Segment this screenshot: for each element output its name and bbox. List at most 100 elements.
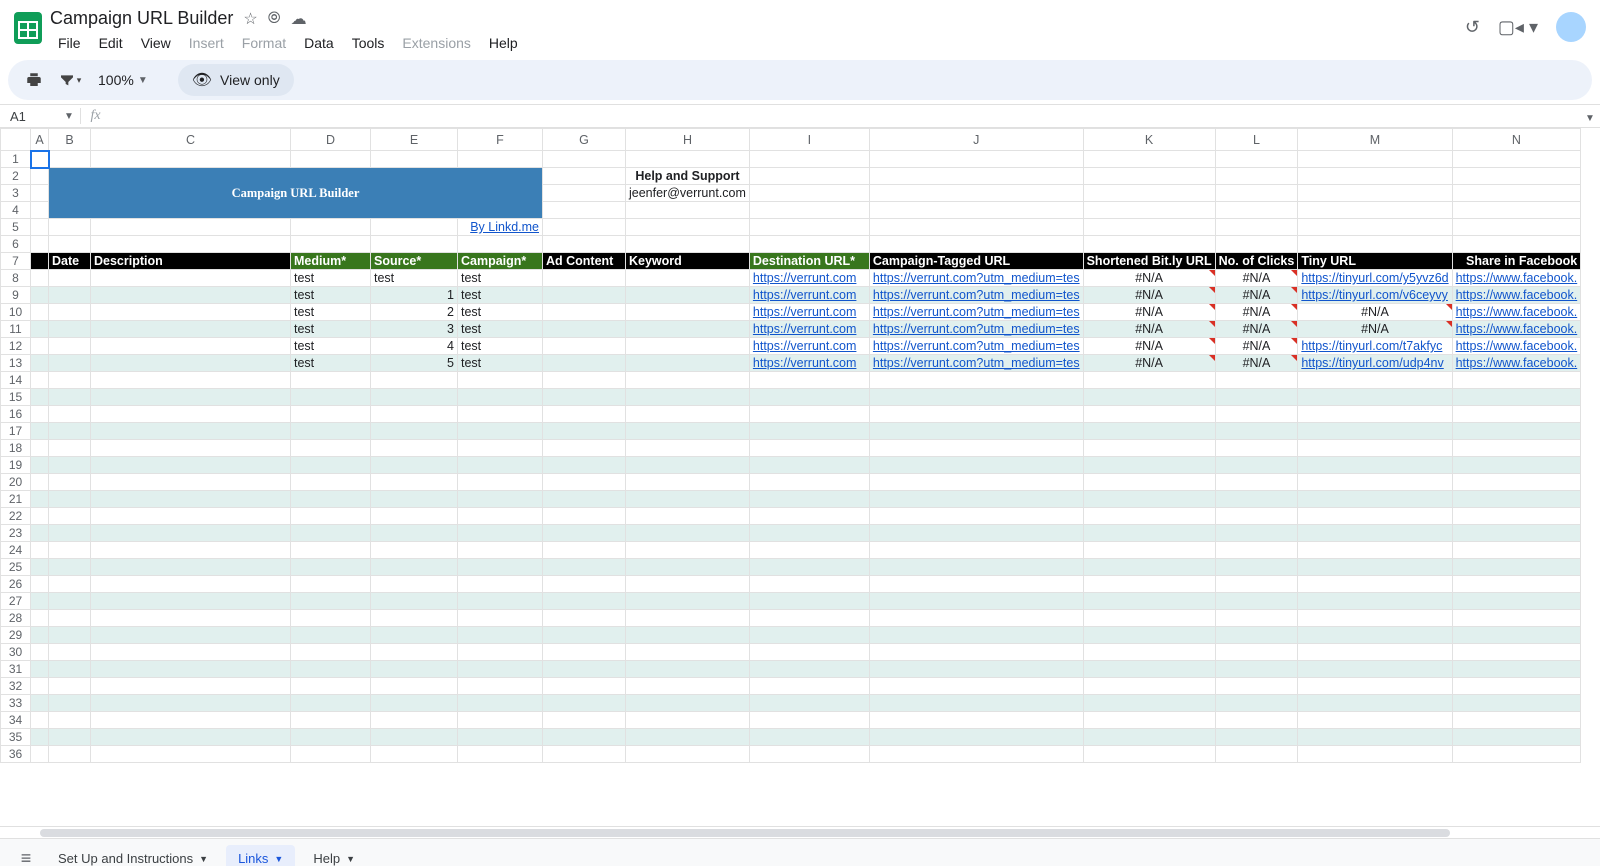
- cell-fb[interactable]: https://www.facebook.: [1452, 304, 1581, 321]
- cell[interactable]: [869, 542, 1083, 559]
- cell[interactable]: [1452, 508, 1581, 525]
- cell[interactable]: [869, 440, 1083, 457]
- cell[interactable]: [1298, 542, 1452, 559]
- cell[interactable]: [1083, 423, 1215, 440]
- col-header-L[interactable]: L: [1215, 129, 1298, 151]
- cell[interactable]: [1215, 474, 1298, 491]
- menu-view[interactable]: View: [133, 33, 179, 53]
- cell-dest[interactable]: https://verrunt.com: [749, 355, 869, 372]
- cell[interactable]: [91, 610, 291, 627]
- sheet-tab-help[interactable]: Help ▼: [301, 845, 367, 866]
- cell[interactable]: [1452, 559, 1581, 576]
- cell[interactable]: [49, 678, 91, 695]
- cell[interactable]: [1298, 610, 1452, 627]
- cell-fb[interactable]: https://www.facebook.: [1452, 338, 1581, 355]
- cell[interactable]: [91, 508, 291, 525]
- cell[interactable]: [626, 474, 750, 491]
- cell-fb[interactable]: https://www.facebook.: [1452, 270, 1581, 287]
- cell[interactable]: [458, 423, 543, 440]
- row-header-5[interactable]: 5: [1, 219, 31, 236]
- cell[interactable]: [543, 440, 626, 457]
- cell[interactable]: [291, 695, 371, 712]
- cell[interactable]: [749, 525, 869, 542]
- cell[interactable]: [749, 491, 869, 508]
- cell[interactable]: [458, 644, 543, 661]
- cell[interactable]: [458, 372, 543, 389]
- cell[interactable]: [1083, 712, 1215, 729]
- cell[interactable]: [31, 440, 49, 457]
- cell[interactable]: [543, 321, 626, 338]
- cell[interactable]: [1452, 406, 1581, 423]
- cell[interactable]: [49, 644, 91, 661]
- cell[interactable]: [49, 559, 91, 576]
- cell[interactable]: [543, 287, 626, 304]
- cell[interactable]: [1452, 610, 1581, 627]
- cell[interactable]: [91, 304, 291, 321]
- cell-fb[interactable]: https://www.facebook.: [1452, 355, 1581, 372]
- cell[interactable]: [1452, 372, 1581, 389]
- cell[interactable]: [543, 508, 626, 525]
- cell[interactable]: [626, 695, 750, 712]
- cell[interactable]: [869, 559, 1083, 576]
- cell[interactable]: [49, 270, 91, 287]
- cell[interactable]: [31, 389, 49, 406]
- cell-tagged[interactable]: https://verrunt.com?utm_medium=tes: [869, 355, 1083, 372]
- cell[interactable]: [291, 440, 371, 457]
- cell[interactable]: [543, 304, 626, 321]
- cell[interactable]: [1298, 372, 1452, 389]
- cell[interactable]: [91, 491, 291, 508]
- cell[interactable]: [869, 627, 1083, 644]
- cell[interactable]: [1452, 644, 1581, 661]
- cell-tagged[interactable]: https://verrunt.com?utm_medium=tes: [869, 321, 1083, 338]
- cell[interactable]: [869, 525, 1083, 542]
- cell[interactable]: [1452, 746, 1581, 763]
- cell[interactable]: [91, 406, 291, 423]
- cell[interactable]: [1298, 729, 1452, 746]
- cell[interactable]: [291, 406, 371, 423]
- cell[interactable]: [458, 542, 543, 559]
- cell[interactable]: [1215, 695, 1298, 712]
- cell[interactable]: [543, 576, 626, 593]
- row-header-21[interactable]: 21: [1, 491, 31, 508]
- cell[interactable]: [49, 695, 91, 712]
- cell[interactable]: [458, 525, 543, 542]
- cell[interactable]: [543, 746, 626, 763]
- row-header-27[interactable]: 27: [1, 593, 31, 610]
- cell[interactable]: [543, 338, 626, 355]
- cell[interactable]: [543, 406, 626, 423]
- cell[interactable]: [626, 355, 750, 372]
- cell[interactable]: [1452, 712, 1581, 729]
- cell[interactable]: [31, 576, 49, 593]
- cell[interactable]: [749, 695, 869, 712]
- cell[interactable]: [869, 457, 1083, 474]
- cell[interactable]: [31, 372, 49, 389]
- cell[interactable]: [626, 321, 750, 338]
- cell[interactable]: [91, 729, 291, 746]
- cell[interactable]: [1298, 559, 1452, 576]
- cell[interactable]: [31, 712, 49, 729]
- row-header-3[interactable]: 3: [1, 185, 31, 202]
- cell[interactable]: [543, 474, 626, 491]
- cell[interactable]: [869, 491, 1083, 508]
- cell[interactable]: [869, 508, 1083, 525]
- cell[interactable]: [869, 389, 1083, 406]
- row-header-17[interactable]: 17: [1, 423, 31, 440]
- row-header-20[interactable]: 20: [1, 474, 31, 491]
- cell[interactable]: [1452, 423, 1581, 440]
- cell-clicks[interactable]: #N/A: [1215, 287, 1298, 304]
- cell[interactable]: [543, 695, 626, 712]
- cell[interactable]: [869, 406, 1083, 423]
- cell-bitly[interactable]: #N/A: [1083, 270, 1215, 287]
- col-header-B[interactable]: B: [49, 129, 91, 151]
- cell[interactable]: [1298, 644, 1452, 661]
- account-avatar[interactable]: [1556, 12, 1586, 42]
- cell[interactable]: [31, 321, 49, 338]
- row-header-14[interactable]: 14: [1, 372, 31, 389]
- cell[interactable]: [869, 729, 1083, 746]
- cell[interactable]: [626, 389, 750, 406]
- col-header-C[interactable]: C: [91, 129, 291, 151]
- cell-tiny[interactable]: https://tinyurl.com/t7akfyc: [1298, 338, 1452, 355]
- cell[interactable]: test: [458, 338, 543, 355]
- cell[interactable]: [749, 712, 869, 729]
- cell[interactable]: [1083, 729, 1215, 746]
